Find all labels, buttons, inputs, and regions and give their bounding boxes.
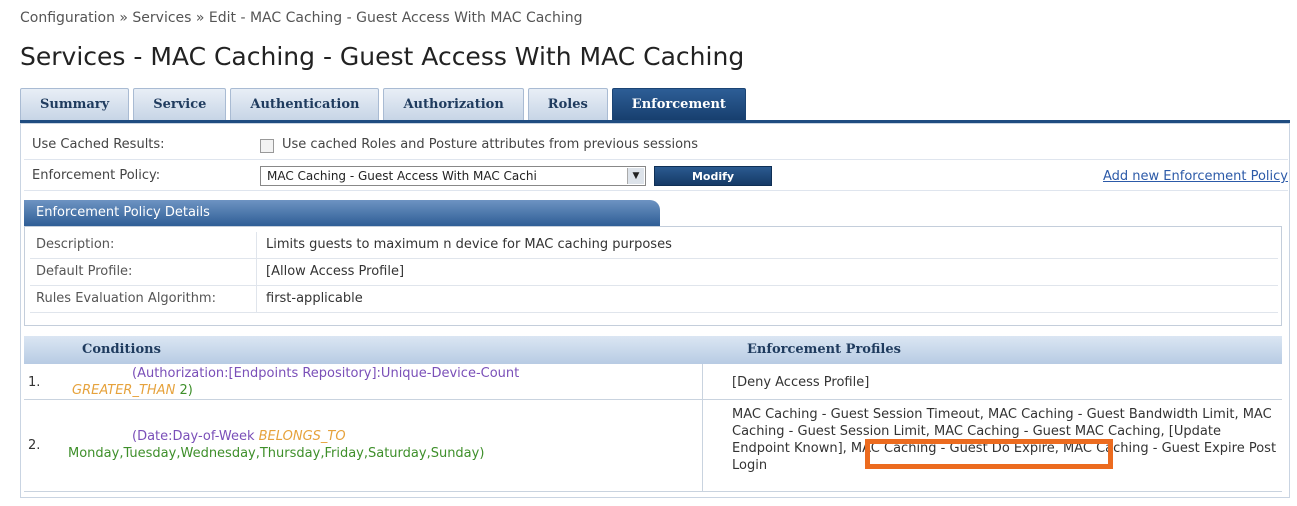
description-value: Limits guests to maximum n device for MA… bbox=[266, 237, 672, 252]
enforcement-policy-label: Enforcement Policy: bbox=[32, 168, 161, 183]
algorithm-label: Rules Evaluation Algorithm: bbox=[36, 291, 216, 306]
description-label: Description: bbox=[36, 237, 115, 252]
default-profile-label: Default Profile: bbox=[36, 264, 133, 279]
rule-condition: (Authorization:[Endpoints Repository]:Un… bbox=[68, 365, 668, 399]
column-divider bbox=[702, 364, 703, 492]
condition-operator: BELONGS_TO bbox=[258, 429, 346, 444]
highlight-annotation bbox=[865, 439, 1113, 469]
breadcrumb: Configuration » Services » Edit - MAC Ca… bbox=[20, 10, 583, 26]
condition-operator: GREATER_THAN bbox=[72, 383, 176, 398]
enforcement-policy-select[interactable]: MAC Caching - Guest Access With MAC Cach… bbox=[260, 166, 646, 186]
rule-number: 1. bbox=[28, 375, 41, 390]
chevron-down-icon[interactable]: ▼ bbox=[627, 168, 644, 184]
algorithm-row: Rules Evaluation Algorithm: first-applic… bbox=[30, 286, 1278, 313]
default-profile-value: [Allow Access Profile] bbox=[266, 264, 405, 279]
page-title: Services - MAC Caching - Guest Access Wi… bbox=[20, 42, 745, 71]
cached-results-checkbox-label[interactable]: Use cached Roles and Posture attributes … bbox=[282, 137, 698, 152]
enforcement-policy-row: Enforcement Policy: MAC Caching - Guest … bbox=[24, 162, 1288, 191]
cached-results-label: Use Cached Results: bbox=[32, 137, 165, 152]
tab-service[interactable]: Service bbox=[133, 88, 227, 120]
cached-results-checkbox[interactable] bbox=[260, 139, 274, 153]
tab-enforcement[interactable]: Enforcement bbox=[611, 88, 746, 120]
tab-authentication[interactable]: Authentication bbox=[230, 88, 380, 120]
modify-button[interactable]: Modify bbox=[654, 166, 772, 186]
enforcement-policy-selected-value: MAC Caching - Guest Access With MAC Cach… bbox=[267, 169, 537, 183]
tab-bar: Summary Service Authentication Authoriza… bbox=[20, 88, 750, 120]
rule-number: 2. bbox=[28, 438, 41, 453]
condition-value: 2) bbox=[179, 383, 193, 398]
profiles-header: Enforcement Profiles bbox=[747, 342, 901, 357]
rule-profiles: [Deny Access Profile] bbox=[732, 375, 870, 390]
policy-details-header: Enforcement Policy Details bbox=[24, 200, 660, 226]
rules-table-header: Conditions Enforcement Profiles bbox=[24, 336, 1282, 364]
condition-attribute: (Date:Day-of-Week bbox=[132, 429, 255, 444]
condition-value: Monday,Tuesday,Wednesday,Thursday,Friday… bbox=[68, 446, 485, 461]
tab-authorization[interactable]: Authorization bbox=[383, 88, 524, 120]
cached-results-row: Use Cached Results: Use cached Roles and… bbox=[24, 131, 1288, 160]
conditions-header: Conditions bbox=[82, 342, 161, 357]
condition-attribute: (Authorization:[Endpoints Repository]:Un… bbox=[132, 366, 520, 381]
rule-condition: (Date:Day-of-Week BELONGS_TO Monday,Tues… bbox=[68, 428, 668, 462]
description-row: Description: Limits guests to maximum n … bbox=[30, 232, 1278, 259]
algorithm-value: first-applicable bbox=[266, 291, 363, 306]
tab-summary[interactable]: Summary bbox=[20, 88, 130, 120]
default-profile-row: Default Profile: [Allow Access Profile] bbox=[30, 259, 1278, 286]
add-enforcement-policy-link[interactable]: Add new Enforcement Policy bbox=[1103, 169, 1288, 184]
tab-roles[interactable]: Roles bbox=[527, 88, 608, 120]
table-row[interactable]: 1. (Authorization:[Endpoints Repository]… bbox=[24, 364, 1282, 400]
